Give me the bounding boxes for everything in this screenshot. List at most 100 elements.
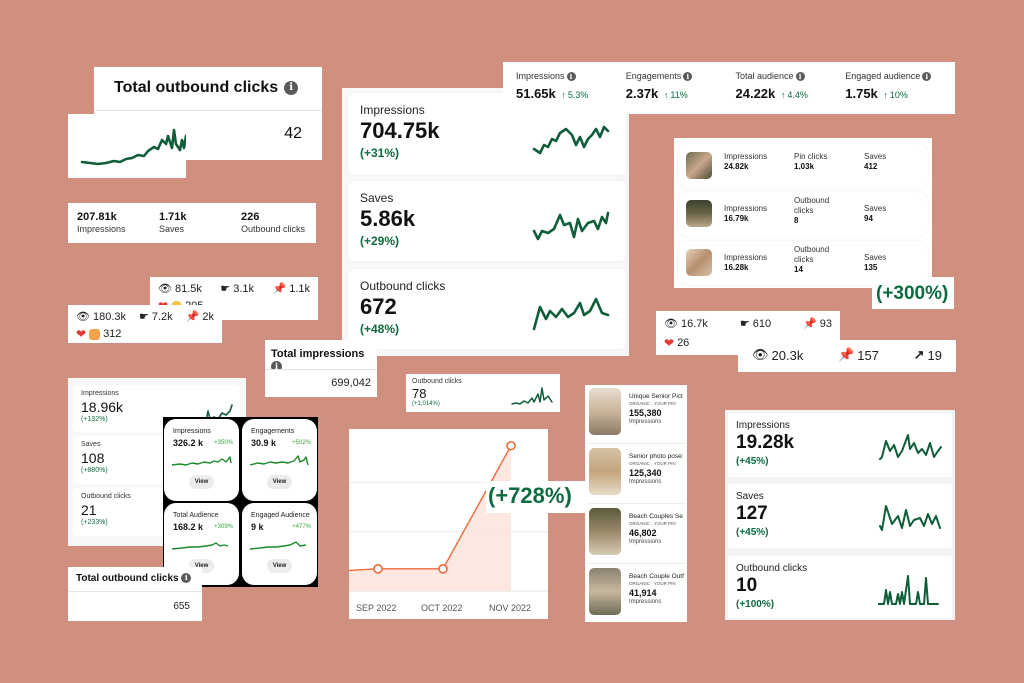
pin-thumbnail <box>686 152 712 179</box>
view-button[interactable]: View <box>189 475 214 489</box>
sparkline <box>250 455 309 466</box>
heart-icon: ❤ <box>76 327 87 341</box>
x-tick-label: NOV 2022 <box>489 603 532 613</box>
views-stat: 👁 20.3k <box>752 347 804 363</box>
sparkline <box>532 211 610 241</box>
pin-thumbnail <box>589 508 621 555</box>
outbound-stat: ↗ 19 <box>913 347 942 363</box>
total-impressions-card: Total impressions i <box>265 340 377 372</box>
info-icon[interactable]: i <box>683 72 693 82</box>
growth-badge-728: (+728%) <box>486 481 598 513</box>
sparkline <box>878 575 939 605</box>
metric-impressions: Impressions i 51.65k ↑ 5.3% <box>516 71 589 102</box>
top-pins-list: Unique Senior Pict ORGANIC · YOUR PIN 15… <box>585 385 687 622</box>
info-icon[interactable]: i <box>566 72 576 82</box>
metric-card-outbound-clicks[interactable]: Outbound clicks 10 (+100%) <box>728 556 952 618</box>
eye-icon: 👁 <box>752 347 769 362</box>
info-icon[interactable]: i <box>284 80 299 95</box>
growth-badge-300: (+300%) <box>872 277 954 309</box>
mobile-analytics-widget: Impressions 326.2 k +350% View Engagemen… <box>163 417 318 587</box>
eye-icon: 👁 <box>76 311 90 323</box>
saves-stat: 📌 93 <box>803 317 832 331</box>
saves-stat: 📌 157 <box>838 347 879 363</box>
clicks-stat: ☛ 610 <box>739 317 772 331</box>
pin-thumbnail <box>686 249 712 276</box>
arrow-up-icon: ↑ <box>780 90 786 101</box>
views-stat: 👁 180.3k <box>76 310 126 324</box>
eye-icon: 👁 <box>158 283 172 295</box>
clicks-stat: ☛ 3.1k <box>220 282 255 296</box>
info-icon[interactable]: i <box>181 573 192 584</box>
pin-icon: 📌 <box>803 318 817 330</box>
pin-icon: 📌 <box>185 311 200 323</box>
chart-plot <box>349 440 548 592</box>
total-impressions-value: 699,042 <box>331 377 371 389</box>
view-button[interactable]: View <box>267 475 292 489</box>
sparkline <box>80 128 186 166</box>
view-button[interactable]: View <box>267 559 292 573</box>
main-metrics-stack: Impressions 704.75k (+31%) Saves 5.86k (… <box>342 88 629 356</box>
list-item[interactable]: Beach Couples Se ORGANIC · YOUR PIN 46,8… <box>587 505 685 564</box>
pin-stats-card-2: 👁 180.3k ☛ 7.2k 📌 2k ❤ 312 <box>68 305 222 343</box>
total-outbound-clicks-value: 655 <box>173 601 190 612</box>
total-outbound-clicks-value: 42 <box>284 125 302 142</box>
pin-row[interactable]: Impressions 24.82k Pin clicks 1.03k Saves 4… <box>678 144 928 188</box>
metric-card-saves[interactable]: Saves 127 (+45%) <box>728 484 952 548</box>
sparkline <box>532 297 610 331</box>
metric-card-saves[interactable]: Saves 5.86k (+29%) <box>348 181 626 261</box>
pin-icon: 📌 <box>272 283 287 295</box>
wow-icon <box>89 328 101 340</box>
total-outbound-clicks-bottom-value-area: 655 <box>68 591 202 621</box>
info-icon[interactable]: i <box>795 72 805 82</box>
sparkline <box>172 542 229 550</box>
summary-impressions: 207.81k Impressions <box>77 211 126 234</box>
saves-stat: 📌 2k <box>185 310 214 324</box>
sparkline <box>172 456 232 466</box>
pin-thumbnail <box>589 568 621 615</box>
metric-card-outbound-clicks[interactable]: Outbound clicks 672 (+48%) <box>348 269 626 349</box>
sparkline <box>532 125 610 155</box>
widget-impressions: Impressions 326.2 k +350% View <box>164 419 239 501</box>
card-title: Total outbound clicks <box>114 79 279 96</box>
top-pins-card: Impressions 24.82k Pin clicks 1.03k Saves 4… <box>674 138 932 288</box>
pin-thumbnail <box>686 200 712 227</box>
arrow-up-icon: ↑ <box>663 90 669 101</box>
widget-engaged-audience: Engaged Audience 9 k +477% View <box>242 503 317 585</box>
summary-saves: 1.71k Saves <box>159 211 187 234</box>
arrow-up-icon: ↑ <box>883 90 888 101</box>
chart-point-sep-2022[interactable] <box>373 564 383 574</box>
sparkline <box>879 434 942 460</box>
total-outbound-clicks-card-bottom: Total outbound clicks i <box>68 567 202 591</box>
pin-stats-card-4: 👁 20.3k 📌 157 ↗ 19 <box>738 340 956 372</box>
x-tick-label: OCT 2022 <box>421 603 463 613</box>
arrow-up-icon: ↑ <box>561 90 566 101</box>
total-impressions-value-area: 699,042 <box>265 369 377 397</box>
list-item[interactable]: Senior photo pose: ORGANIC · YOUR PIN 12… <box>587 445 685 504</box>
list-item[interactable]: Unique Senior Pict ORGANIC · YOUR PIN 15… <box>587 385 685 444</box>
tap-icon: ☛ <box>139 311 149 323</box>
pin-thumbnail <box>589 448 621 495</box>
tap-icon: ☛ <box>739 318 750 330</box>
info-icon[interactable]: i <box>922 72 932 82</box>
heart-icon: ❤ <box>664 336 675 350</box>
tap-icon: ☛ <box>220 283 231 295</box>
outbound-sparkline-card <box>68 114 186 178</box>
views-stat: 👁 16.7k <box>664 317 708 331</box>
summary-stats-card: 207.81k Impressions 1.71k Saves 226 Outboun… <box>68 203 316 243</box>
list-item[interactable]: Beach Couple Outf ORGANIC · YOUR PIN 41,… <box>587 565 685 622</box>
summary-outbound: 226 Outbound clicks <box>241 211 306 234</box>
outbound-clicks-small-card: Outbound clicks 78 (+1,014%) <box>406 374 560 412</box>
sparkline <box>879 505 941 531</box>
metric-engagements: Engagements i 2.37k ↑ 11% <box>626 71 736 114</box>
chart-point-nov-2022[interactable] <box>506 440 516 451</box>
reactions-stat: ❤ 312 <box>76 327 122 341</box>
sparkline <box>511 387 553 405</box>
clicks-stat: ☛ 7.2k <box>139 310 173 324</box>
arrow-up-right-icon: ↗ <box>913 347 925 362</box>
pin-row[interactable]: Impressions 16.79k Outbound clicks 8 Saves… <box>678 192 928 236</box>
pin-thumbnail <box>589 388 621 435</box>
chart-point-oct-2022[interactable] <box>438 564 448 574</box>
metric-card-impressions[interactable]: Impressions 19.28k (+45%) <box>728 413 952 477</box>
right-metrics-stack: Impressions 19.28k (+45%) Saves 127 (+45… <box>725 410 955 620</box>
views-stat: 👁 81.5k <box>158 282 202 296</box>
